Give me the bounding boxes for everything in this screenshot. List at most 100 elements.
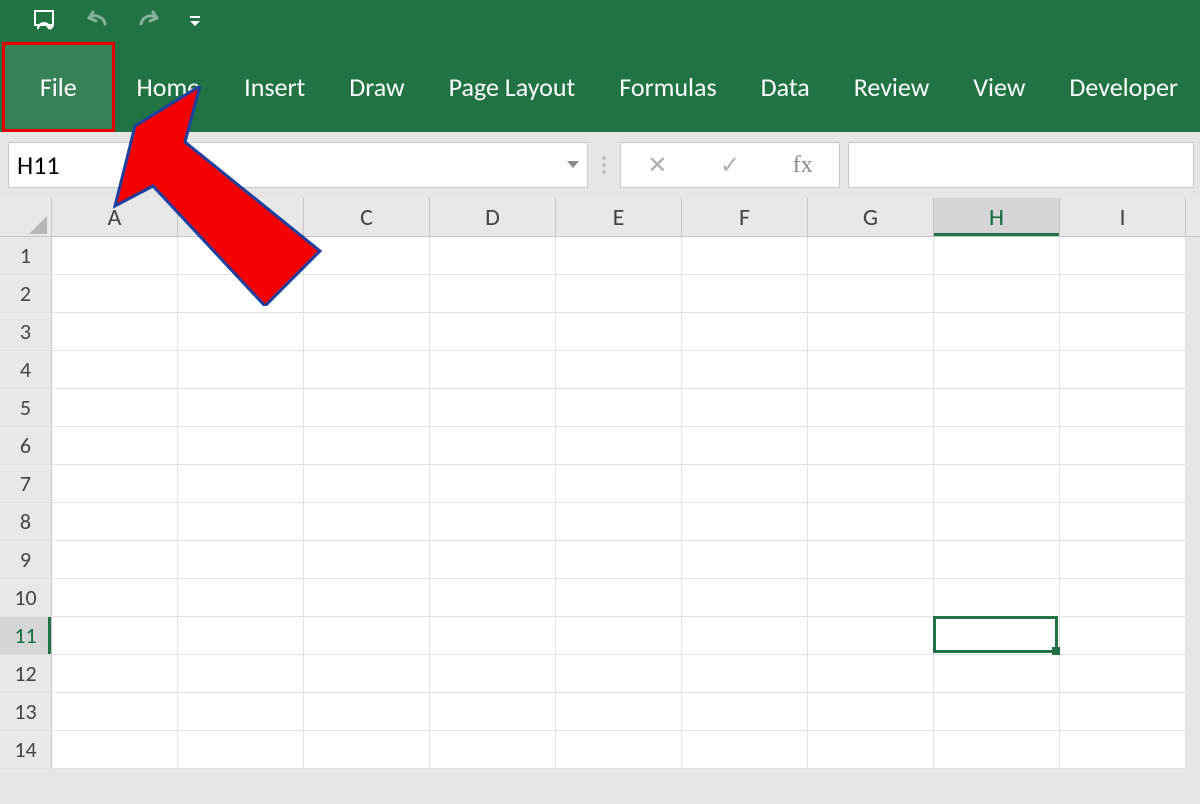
cell[interactable]	[934, 427, 1060, 465]
cell[interactable]	[808, 313, 934, 351]
cell[interactable]	[52, 579, 178, 617]
cell[interactable]	[934, 617, 1060, 655]
cell[interactable]	[1060, 503, 1186, 541]
cell[interactable]	[682, 237, 808, 275]
column-header[interactable]: E	[556, 198, 682, 236]
insert-function-button[interactable]: fx	[793, 152, 813, 179]
cell[interactable]	[430, 465, 556, 503]
cell[interactable]	[52, 313, 178, 351]
cell[interactable]	[52, 427, 178, 465]
cell[interactable]	[556, 731, 682, 769]
cell[interactable]	[52, 465, 178, 503]
cell[interactable]	[934, 541, 1060, 579]
cell[interactable]	[1060, 465, 1186, 503]
cell[interactable]	[808, 237, 934, 275]
cell[interactable]	[178, 313, 304, 351]
cell[interactable]	[556, 693, 682, 731]
row-header[interactable]: 4	[0, 351, 52, 389]
tab-draw[interactable]: Draw	[327, 42, 426, 132]
cell[interactable]	[1060, 313, 1186, 351]
row-header[interactable]: 5	[0, 389, 52, 427]
cell[interactable]	[52, 237, 178, 275]
cell[interactable]	[808, 351, 934, 389]
cell[interactable]	[808, 579, 934, 617]
cell[interactable]	[808, 541, 934, 579]
worksheet-grid[interactable]: ABCDEFGHI1234567891011121314	[0, 198, 1200, 769]
row-header[interactable]: 6	[0, 427, 52, 465]
cell[interactable]	[304, 503, 430, 541]
cell[interactable]	[430, 617, 556, 655]
tab-data[interactable]: Data	[739, 42, 832, 132]
cell[interactable]	[52, 275, 178, 313]
cell[interactable]	[304, 313, 430, 351]
cell[interactable]	[556, 465, 682, 503]
cell[interactable]	[682, 579, 808, 617]
tab-developer[interactable]: Developer	[1047, 42, 1200, 132]
row-header[interactable]: 7	[0, 465, 52, 503]
name-box[interactable]: H11	[8, 142, 588, 188]
cell[interactable]	[934, 731, 1060, 769]
row-header[interactable]: 10	[0, 579, 52, 617]
cell[interactable]	[430, 655, 556, 693]
cell[interactable]	[808, 693, 934, 731]
cell[interactable]	[1060, 655, 1186, 693]
cell[interactable]	[1060, 731, 1186, 769]
cell[interactable]	[304, 427, 430, 465]
cell[interactable]	[934, 465, 1060, 503]
cell[interactable]	[808, 465, 934, 503]
cell[interactable]	[52, 541, 178, 579]
cell[interactable]	[52, 503, 178, 541]
cell[interactable]	[556, 655, 682, 693]
cell[interactable]	[178, 503, 304, 541]
cell[interactable]	[808, 503, 934, 541]
cell[interactable]	[808, 275, 934, 313]
cell[interactable]	[682, 617, 808, 655]
cell[interactable]	[682, 275, 808, 313]
column-header[interactable]: I	[1060, 198, 1186, 236]
cell[interactable]	[808, 731, 934, 769]
cell[interactable]	[682, 465, 808, 503]
cell[interactable]	[934, 237, 1060, 275]
cell[interactable]	[556, 427, 682, 465]
column-header[interactable]: A	[52, 198, 178, 236]
cell[interactable]	[304, 351, 430, 389]
cell[interactable]	[682, 731, 808, 769]
tab-file[interactable]: File	[2, 42, 115, 132]
cell[interactable]	[430, 579, 556, 617]
cell[interactable]	[178, 541, 304, 579]
cell[interactable]	[1060, 579, 1186, 617]
row-header[interactable]: 9	[0, 541, 52, 579]
column-header[interactable]: F	[682, 198, 808, 236]
redo-icon[interactable]	[134, 6, 164, 36]
cell[interactable]	[178, 731, 304, 769]
row-header[interactable]: 2	[0, 275, 52, 313]
cell[interactable]	[1060, 389, 1186, 427]
cell[interactable]	[178, 275, 304, 313]
formula-input[interactable]	[848, 142, 1194, 188]
cell[interactable]	[1060, 541, 1186, 579]
tab-review[interactable]: Review	[832, 42, 952, 132]
row-header[interactable]: 14	[0, 731, 52, 769]
cell[interactable]	[304, 541, 430, 579]
cell[interactable]	[430, 389, 556, 427]
cell[interactable]	[934, 313, 1060, 351]
cell[interactable]	[430, 693, 556, 731]
cancel-button[interactable]: ✕	[647, 151, 667, 180]
cell[interactable]	[178, 465, 304, 503]
row-header[interactable]: 3	[0, 313, 52, 351]
cell[interactable]	[1060, 427, 1186, 465]
cell[interactable]	[304, 275, 430, 313]
cell[interactable]	[178, 579, 304, 617]
column-header[interactable]: C	[304, 198, 430, 236]
cell[interactable]	[1060, 617, 1186, 655]
select-all-triangle[interactable]	[0, 198, 52, 236]
cell[interactable]	[556, 503, 682, 541]
cell[interactable]	[808, 389, 934, 427]
tab-insert[interactable]: Insert	[222, 42, 327, 132]
autosave-icon[interactable]	[30, 6, 60, 36]
cell[interactable]	[430, 237, 556, 275]
cell[interactable]	[556, 313, 682, 351]
cell[interactable]	[1060, 351, 1186, 389]
enter-button[interactable]: ✓	[720, 151, 740, 180]
cell[interactable]	[808, 617, 934, 655]
